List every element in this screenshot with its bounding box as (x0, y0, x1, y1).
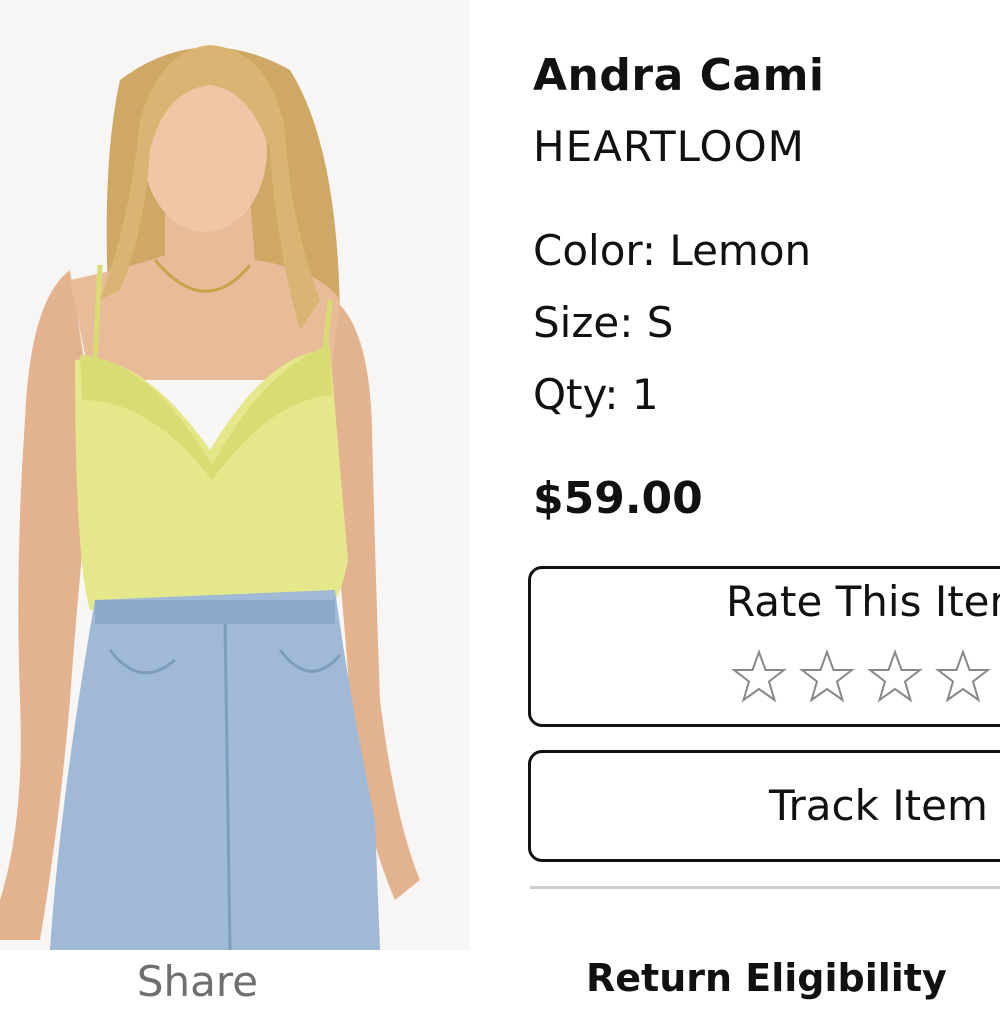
product-title: Andra Cami (533, 50, 825, 101)
share-button[interactable]: Share (0, 952, 395, 1012)
return-eligibility-heading[interactable]: Return Eligibility (586, 956, 947, 1000)
product-color: Color: Lemon (533, 226, 812, 275)
rate-item-label: Rate This Item (726, 577, 1000, 626)
star-icon[interactable] (867, 649, 923, 705)
product-price: $59.00 (533, 473, 703, 524)
product-image[interactable] (0, 0, 470, 950)
product-size: Size: S (533, 298, 674, 347)
star-icon[interactable] (731, 649, 787, 705)
star-icon[interactable] (799, 649, 855, 705)
product-brand[interactable]: HEARTLOOM (533, 122, 805, 171)
star-icon[interactable] (935, 649, 991, 705)
track-item-button[interactable]: Track Item (528, 750, 1000, 862)
track-item-label: Track Item (769, 781, 988, 830)
star-rating[interactable] (731, 649, 991, 705)
section-divider (530, 886, 1000, 889)
product-qty: Qty: 1 (533, 370, 659, 419)
product-photo-illustration (0, 0, 470, 950)
rate-item-card: Rate This Item (528, 566, 1000, 727)
